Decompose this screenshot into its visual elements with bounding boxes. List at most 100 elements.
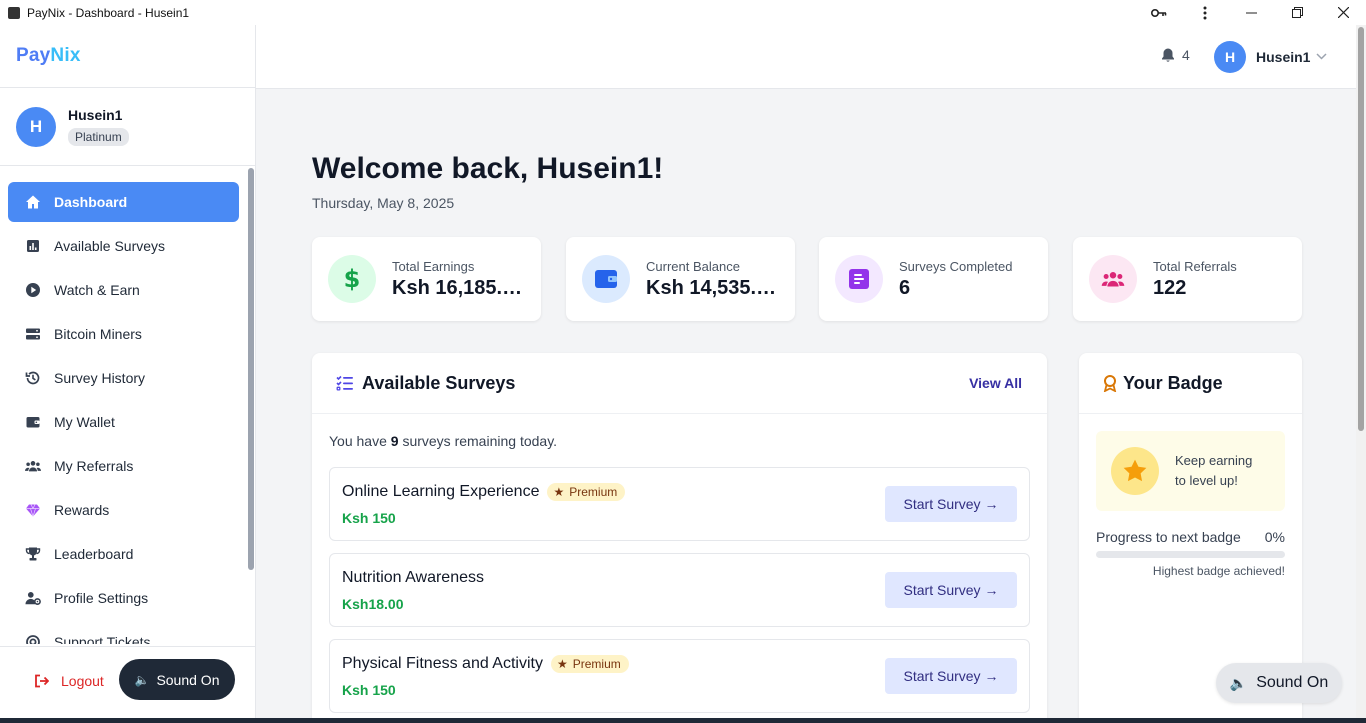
sidebar-scrollbar[interactable] [247, 166, 255, 644]
start-survey-button[interactable]: Start Survey → [885, 486, 1017, 522]
sound-toggle-button[interactable]: 🔈 Sound On [119, 659, 235, 700]
taskbar-edge [0, 718, 1366, 723]
more-icon[interactable] [1182, 0, 1228, 25]
start-survey-button[interactable]: Start Survey → [885, 572, 1017, 608]
sidebar-item-label: Leaderboard [54, 546, 134, 562]
sidebar-item-dashboard[interactable]: Dashboard [8, 182, 239, 222]
progress-note: Highest badge achieved! [1152, 564, 1285, 578]
sidebar-item-watch-earn[interactable]: Watch & Earn [8, 270, 239, 310]
logout-icon [34, 674, 49, 688]
sidebar-nav: Dashboard Available Surveys Watch & Earn… [0, 166, 246, 644]
survey-reward: Ksh18.00 [342, 596, 404, 612]
survey-icon [835, 255, 883, 303]
badge-message: Keep earning to level up! [1175, 453, 1253, 488]
top-header: 4 H Husein1 [256, 25, 1356, 89]
star-icon [1111, 447, 1159, 495]
key-icon[interactable] [1136, 0, 1182, 25]
stat-value: 6 [899, 276, 911, 299]
minimize-icon[interactable] [1228, 0, 1274, 25]
star-icon: ★ [553, 485, 565, 499]
panel-title: Available Surveys [362, 372, 516, 393]
current-date: Thursday, May 8, 2025 [312, 195, 455, 211]
play-icon [24, 281, 42, 299]
sidebar-item-label: Support Tickets [54, 634, 151, 644]
sidebar-footer: Logout 🔈 Sound On [0, 646, 255, 723]
trophy-icon [24, 545, 42, 563]
sound-label: Sound On [1256, 674, 1329, 691]
sidebar-item-leaderboard[interactable]: Leaderboard [8, 534, 239, 574]
stat-card-current-balance: Current Balance Ksh 14,535.00 [566, 237, 795, 321]
stat-label: Total Referrals [1153, 258, 1237, 274]
stat-card-total-earnings: $ Total Earnings Ksh 16,185.00 [312, 237, 541, 321]
window-titlebar: PayNix - Dashboard - Husein1 [0, 0, 1366, 25]
avatar: H [16, 106, 56, 147]
logout-label: Logout [61, 673, 104, 689]
brand-part1: Pay [16, 45, 51, 66]
sidebar-item-label: Profile Settings [54, 590, 149, 606]
sidebar-item-label: Available Surveys [54, 238, 166, 254]
survey-title: Nutrition Awareness [342, 569, 484, 586]
chart-icon [24, 237, 42, 255]
sidebar-item-label: Survey History [54, 370, 146, 386]
history-icon [24, 369, 42, 387]
tier-badge: Platinum [68, 128, 129, 146]
start-survey-button[interactable]: Start Survey → [885, 658, 1017, 694]
header-username: Husein1 [1256, 49, 1311, 65]
home-icon [24, 193, 42, 211]
close-icon[interactable] [1320, 0, 1366, 25]
sidebar-item-support-tickets[interactable]: Support Tickets [8, 622, 239, 644]
svg-text:$: $ [344, 266, 361, 292]
speaker-icon: 🔈 [134, 672, 150, 687]
tasks-icon [336, 375, 354, 391]
logout-button[interactable]: Logout [34, 673, 104, 689]
sound-label: Sound On [156, 671, 220, 688]
stat-value: Ksh 16,185.00 [392, 276, 524, 299]
panel-title: Your Badge [1123, 372, 1223, 393]
sidebar-item-available-surveys[interactable]: Available Surveys [8, 226, 239, 266]
user-name: Husein1 [68, 107, 123, 123]
page-title: Welcome back, Husein1! [312, 152, 664, 185]
floating-sound-toggle[interactable]: 🔈 Sound On [1216, 663, 1342, 703]
star-icon: ★ [556, 657, 568, 671]
user-menu[interactable]: H Husein1 [1214, 41, 1327, 73]
stat-card-total-referrals: Total Referrals 122 [1073, 237, 1302, 321]
badge-card: Keep earning to level up! [1096, 431, 1285, 511]
progress-label: Progress to next badge [1096, 529, 1241, 545]
main-scrollbar[interactable] [1356, 25, 1366, 723]
sidebar-item-my-wallet[interactable]: My Wallet [8, 402, 239, 442]
survey-item: Online Learning Experience ★ Premium Ksh … [329, 467, 1030, 541]
survey-reward: Ksh 150 [342, 510, 396, 526]
gem-icon [24, 501, 42, 519]
survey-title: Online Learning Experience [342, 483, 540, 500]
chevron-down-icon [1316, 51, 1327, 63]
stat-label: Total Earnings [392, 258, 475, 274]
main-scroll-thumb[interactable] [1358, 27, 1364, 431]
sidebar-item-bitcoin-miners[interactable]: Bitcoin Miners [8, 314, 239, 354]
window-title: PayNix - Dashboard - Husein1 [27, 5, 190, 20]
sidebar-item-profile-settings[interactable]: Profile Settings [8, 578, 239, 618]
sidebar-item-survey-history[interactable]: Survey History [8, 358, 239, 398]
award-icon [1103, 374, 1117, 392]
premium-label: Premium [572, 657, 621, 671]
view-all-link[interactable]: View All [969, 375, 1022, 391]
restore-icon[interactable] [1274, 0, 1320, 25]
wallet-icon [24, 413, 42, 431]
brand-logo[interactable]: PayNix [16, 45, 81, 67]
premium-badge: ★ Premium [550, 655, 629, 673]
survey-item: Nutrition Awareness Ksh18.00 Start Surve… [329, 553, 1030, 627]
sidebar-item-label: My Referrals [54, 458, 134, 474]
sidebar-scroll-thumb[interactable] [248, 168, 254, 570]
users-icon [1089, 255, 1137, 303]
survey-item: Physical Fitness and Activity ★ Premium K… [329, 639, 1030, 713]
progress-percent: 0% [1264, 529, 1285, 545]
sidebar: PayNix H Husein1 Platinum Dashboard Avai… [0, 25, 256, 723]
users-icon [24, 457, 42, 475]
available-surveys-panel: Available Surveys View All You have 9 su… [312, 353, 1047, 723]
survey-reward: Ksh 150 [342, 682, 396, 698]
bell-icon [1162, 48, 1174, 62]
sidebar-item-rewards[interactable]: Rewards [8, 490, 239, 530]
sidebar-item-my-referrals[interactable]: My Referrals [8, 446, 239, 486]
stat-value: 122 [1153, 276, 1187, 299]
notifications-button[interactable]: 4 [1160, 47, 1190, 63]
survey-title: Physical Fitness and Activity [342, 655, 543, 672]
